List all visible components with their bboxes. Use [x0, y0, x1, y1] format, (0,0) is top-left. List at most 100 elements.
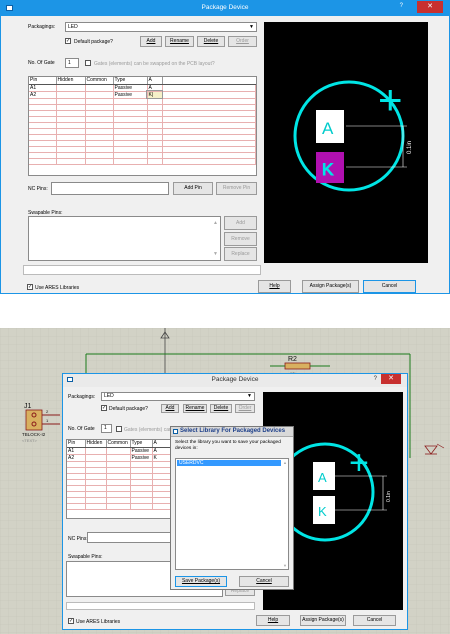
cell-common[interactable]	[106, 454, 131, 462]
remove-pin-button[interactable]: Remove Pin	[216, 182, 257, 195]
delete-button-2[interactable]: Delete	[210, 404, 232, 413]
close-button[interactable]: ✕	[417, 1, 443, 13]
cell-hidden[interactable]	[85, 447, 107, 455]
col-header-type[interactable]: Type	[130, 440, 153, 448]
delete-button[interactable]: Delete	[197, 36, 225, 47]
help-icon[interactable]: ?	[400, 3, 403, 9]
assign-packages-button[interactable]: Assign Package(s)	[302, 280, 359, 293]
cell-pin[interactable]: A1	[67, 447, 86, 455]
grid-header-row: Pin Hidden Common Type A	[67, 440, 173, 448]
save-packages-button[interactable]: Save Package(s)	[175, 576, 227, 587]
add-pin-button[interactable]: Add Pin	[173, 182, 213, 195]
cell-type[interactable]: Passive	[130, 447, 153, 455]
cell-pin[interactable]: A2	[67, 454, 86, 462]
order-button[interactable]: Order	[228, 36, 257, 47]
use-ares-checkbox[interactable]: ✓	[27, 284, 33, 290]
cell-type[interactable]: Passive	[130, 454, 153, 462]
swap-remove-button[interactable]: Remove	[224, 232, 257, 246]
cell-hidden[interactable]	[56, 84, 86, 92]
col-header-common[interactable]: Common	[106, 440, 131, 448]
assign-packages-button-2[interactable]: Assign Package(s)	[300, 615, 346, 626]
dialog-title: Select Library For Packaged Devices	[180, 428, 286, 434]
use-ares-checkbox-2[interactable]: ✓	[68, 618, 74, 624]
list-item[interactable]: USERDVC	[177, 460, 281, 466]
order-button-2[interactable]: Order	[235, 404, 255, 413]
col-header-pin[interactable]: Pin	[29, 77, 57, 85]
col-header-hidden[interactable]: Hidden	[56, 77, 86, 85]
r2-resistor	[284, 362, 311, 370]
gates-swap-checkbox[interactable]	[85, 60, 91, 66]
cell-common[interactable]	[106, 447, 131, 455]
packagings-value-2: LED	[104, 393, 114, 399]
swap-replace-button[interactable]: Replace	[224, 247, 257, 261]
preview-graphic: + A K 0.1in	[293, 76, 413, 192]
table-row	[67, 503, 173, 510]
add-button[interactable]: Add	[140, 36, 162, 47]
gates-swap-label-2: Gates (elements) can	[124, 427, 172, 433]
dialog-cancel-button[interactable]: Cancel	[239, 576, 289, 587]
cell-hidden[interactable]	[85, 454, 107, 462]
chevron-down-icon: ▼	[249, 24, 254, 30]
col-header-hidden[interactable]: Hidden	[85, 440, 107, 448]
rename-button-2[interactable]: Rename	[183, 404, 207, 413]
swapable-pins-label-2: Swapable Pins:	[68, 554, 103, 560]
pad-k-label: K	[318, 504, 327, 519]
package-device-window: Package Device ? ✕ Packagings: LED ▼ ✓ D…	[0, 0, 450, 294]
scroll-down-icon[interactable]: ▼	[213, 250, 218, 258]
gates-swap-checkbox-2[interactable]	[116, 426, 122, 432]
cancel-button[interactable]: Cancel	[363, 280, 416, 293]
cell-type[interactable]: Passive	[113, 84, 148, 92]
table-row[interactable]: A1 Passive A	[29, 84, 256, 92]
cell-a[interactable]: K|	[146, 90, 163, 99]
gates-field-2[interactable]: 1	[101, 424, 112, 433]
table-row[interactable]: A2 Passive K|	[29, 90, 256, 99]
table-row[interactable]: A1 Passive A	[67, 447, 173, 455]
title-bar-2: Package Device ? ✕	[63, 374, 407, 387]
packagings-label-2: Packagings:	[68, 394, 96, 400]
nc-pins-field-2[interactable]	[87, 532, 175, 543]
help-button-2[interactable]: Help	[256, 615, 290, 626]
help-icon-2[interactable]: ?	[374, 376, 377, 382]
cell-hidden[interactable]	[56, 91, 86, 99]
cancel-button-2[interactable]: Cancel	[353, 615, 396, 626]
pin-grid-2[interactable]: Pin Hidden Common Type A A1 Passive A A2…	[66, 439, 174, 519]
cell-pin[interactable]: A1	[29, 84, 57, 92]
package-preview[interactable]: + A K 0.1in	[264, 22, 428, 263]
cell-common[interactable]	[85, 84, 114, 92]
gates-field[interactable]: 1	[65, 58, 79, 68]
col-header-type[interactable]: Type	[113, 77, 148, 85]
swapable-pins-list[interactable]: ▲ ▼	[28, 216, 221, 261]
cell-a[interactable]: A	[147, 84, 163, 92]
nc-pins-field[interactable]	[51, 182, 169, 195]
scroll-up-icon[interactable]: ▲	[283, 460, 287, 465]
default-package-checkbox-2[interactable]: ✓	[101, 405, 107, 411]
pad-a-label: A	[318, 470, 327, 485]
packagings-value: LED	[68, 24, 78, 30]
pin-grid[interactable]: Pin Hidden Common Type A A1 Passive A A2…	[28, 76, 257, 176]
help-button[interactable]: Help	[258, 280, 291, 293]
default-package-checkbox[interactable]: ✓	[65, 38, 71, 44]
add-button-2[interactable]: Add	[161, 404, 179, 413]
dimension-label: 0.1in	[386, 491, 392, 502]
packagings-select-2[interactable]: LED ▼	[101, 392, 255, 401]
cell-type[interactable]: Passive	[113, 91, 148, 99]
window-title-2: Package Device	[211, 376, 259, 383]
use-ares-label-2: Use ARES Libraries	[76, 619, 121, 625]
col-header-pin[interactable]: Pin	[67, 440, 86, 448]
polarity-plus: +	[378, 76, 403, 123]
scroll-down-icon[interactable]: ▼	[283, 563, 287, 568]
swap-add-button[interactable]: Add	[224, 216, 257, 230]
packagings-select[interactable]: LED ▼	[65, 22, 257, 32]
schematic-background[interactable]: R2 10k J1 2 1 TBLOCK-I2 <TEXT> Package D…	[0, 328, 450, 634]
close-button-2[interactable]: ✕	[381, 374, 401, 384]
col-header-a[interactable]: A	[147, 77, 163, 85]
rename-button[interactable]: Rename	[165, 36, 194, 47]
default-package-label: Default package?	[74, 39, 113, 45]
cell-pin[interactable]: A2	[29, 91, 57, 99]
use-ares-label: Use ARES Libraries	[35, 285, 80, 291]
col-header-common[interactable]: Common	[85, 77, 114, 85]
scroll-up-icon[interactable]: ▲	[213, 219, 218, 227]
table-row[interactable]: A2 Passive K	[67, 454, 173, 462]
cell-common[interactable]	[85, 91, 114, 99]
library-list[interactable]: USERDVC ▲ ▼	[175, 458, 289, 570]
